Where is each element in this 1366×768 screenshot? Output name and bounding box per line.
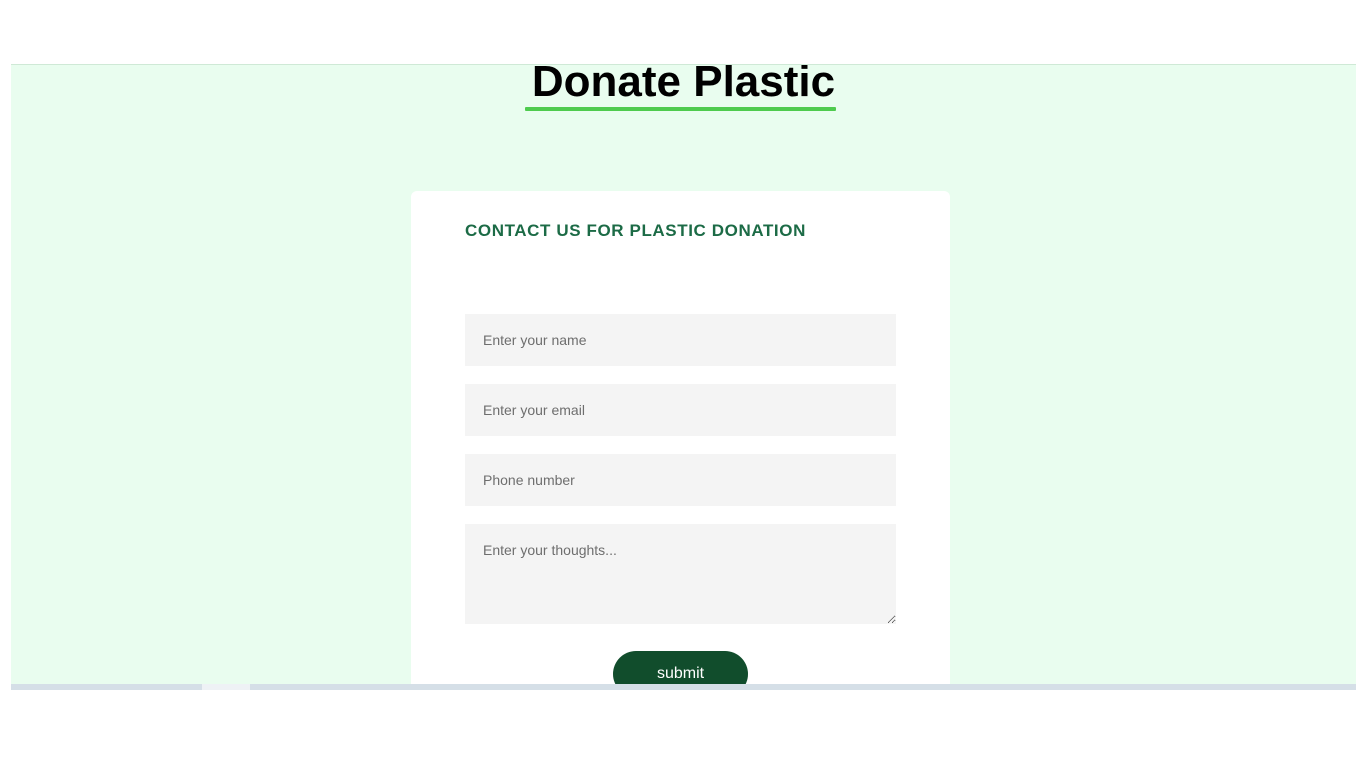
submit-button[interactable]: submit	[613, 651, 748, 686]
form-heading: CONTACT US FOR PLASTIC DONATION	[465, 221, 806, 240]
phone-input[interactable]	[465, 454, 896, 506]
scrollbar-thumb[interactable]	[202, 684, 250, 690]
page-title: Donate Plastic	[531, 64, 836, 106]
page-viewport: Donate Plastic CONTACT US FOR PLASTIC DO…	[11, 64, 1356, 686]
horizontal-scrollbar[interactable]	[11, 684, 1356, 690]
name-input[interactable]	[465, 314, 896, 366]
contact-form-card: CONTACT US FOR PLASTIC DONATION submit	[411, 191, 950, 686]
thoughts-textarea[interactable]	[465, 524, 896, 624]
title-underline	[525, 107, 836, 111]
email-input[interactable]	[465, 384, 896, 436]
